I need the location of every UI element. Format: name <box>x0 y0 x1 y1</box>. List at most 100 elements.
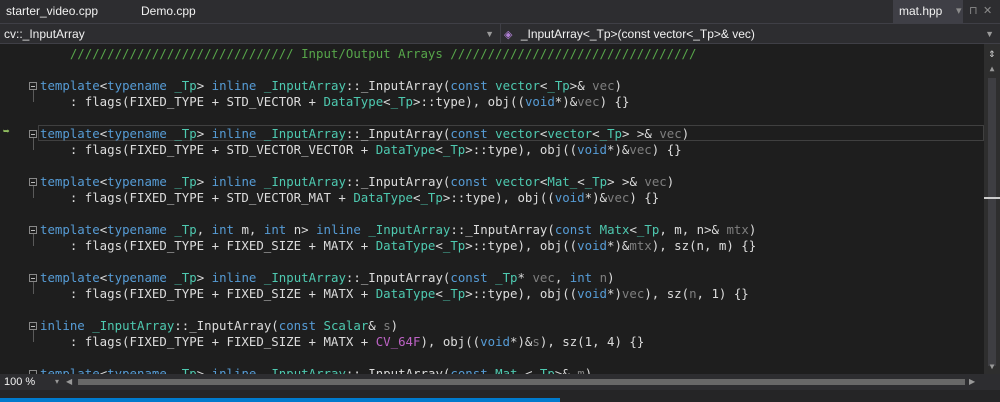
code-token: _InputArray <box>92 318 175 333</box>
code-token: : flags(FIXED_TYPE + STD_VECTOR_MAT + <box>40 190 354 205</box>
code-token: void <box>524 94 555 109</box>
scroll-up-icon[interactable]: ▲ <box>984 64 1000 76</box>
zoom-dropdown-icon[interactable]: ▾ <box>55 374 59 390</box>
collapse-region-icon[interactable] <box>29 322 37 330</box>
code-line[interactable] <box>40 206 984 222</box>
code-token: typename <box>107 222 167 237</box>
code-token: mtx <box>726 222 749 237</box>
scroll-right-icon[interactable]: ▶ <box>969 374 975 390</box>
code-token: _Tp <box>442 286 466 301</box>
code-token: typename <box>107 270 167 285</box>
code-token: >& <box>554 366 578 374</box>
code-line[interactable] <box>40 110 984 126</box>
collapse-region-icon[interactable] <box>29 178 37 186</box>
code-line[interactable]: template < typename _Tp, int m, int n> inl… <box>40 222 984 238</box>
code-token: _Tp <box>442 238 466 253</box>
code-token: vector <box>495 174 540 189</box>
vertical-scrollbar[interactable]: ⇕ ▲ ▼ <box>984 44 1000 374</box>
scope-dropdown[interactable]: cv::_InputArray ▼ <box>4 25 498 43</box>
code-line[interactable]: : flags(FIXED_TYPE + STD_VECTOR + DataTy… <box>40 94 984 110</box>
code-token: inline <box>316 222 361 237</box>
code-editor[interactable]: ➥ ////////////////////////////// Input/O… <box>0 44 984 374</box>
code-token: Mat_ <box>495 366 525 374</box>
code-token: n> <box>286 222 317 237</box>
collapse-region-icon[interactable] <box>29 226 37 234</box>
close-tab-icon[interactable]: ✕ <box>983 0 992 23</box>
code-line[interactable]: : flags(FIXED_TYPE + FIXED_SIZE + MATX +… <box>40 286 984 302</box>
code-line[interactable] <box>40 350 984 366</box>
scrollbar-caret-marker <box>984 197 1000 199</box>
scroll-left-icon[interactable]: ◀ <box>66 374 72 390</box>
code-token: : flags(FIXED_TYPE + FIXED_SIZE + MATX + <box>40 334 376 349</box>
code-token: ), sz(1, 4) {} <box>539 334 645 349</box>
code-line[interactable]: template<typename _Tp> inline _InputArra… <box>40 78 984 94</box>
split-window-icon[interactable]: ⇕ <box>984 46 1000 60</box>
vertical-scroll-thumb[interactable] <box>988 78 996 366</box>
code-token: , <box>196 222 212 237</box>
pin-icon[interactable]: ⊓ <box>969 0 978 23</box>
code-token: >::type), obj(( <box>465 142 578 157</box>
editor-bottom-bar: 100 % ▾ ◀ ▶ <box>0 374 1000 390</box>
code-token: typename <box>107 366 167 374</box>
collapse-region-icon[interactable] <box>29 274 37 282</box>
code-text[interactable]: ////////////////////////////// Input/Out… <box>40 46 984 374</box>
code-token: inline <box>211 78 257 93</box>
zoom-level[interactable]: 100 % <box>4 374 35 390</box>
tab-mat-hpp[interactable]: mat.hpp <box>893 0 963 23</box>
code-line[interactable]: : flags(FIXED_TYPE + FIXED_SIZE + MATX +… <box>40 334 984 350</box>
code-token: ), sz(n, m) {} <box>651 238 757 253</box>
code-token: *)& <box>554 94 578 109</box>
collapse-region-icon[interactable] <box>29 130 37 138</box>
code-line[interactable]: ////////////////////////////// Input/Out… <box>40 46 984 62</box>
current-statement-arrow-icon: ➥ <box>3 125 10 138</box>
code-token: _Tp <box>547 78 570 93</box>
code-token: int <box>211 222 235 237</box>
method-icon: ◈ <box>504 29 513 41</box>
tab-demo[interactable]: Demo.cpp <box>135 0 202 23</box>
code-token: _InputArray <box>263 174 346 189</box>
code-line[interactable] <box>40 302 984 318</box>
code-token: s <box>532 334 540 349</box>
code-line[interactable] <box>40 62 984 78</box>
code-line[interactable]: : flags(FIXED_TYPE + STD_VECTOR_MAT + Da… <box>40 190 984 206</box>
code-token: vec <box>644 174 667 189</box>
code-token: < <box>435 286 443 301</box>
code-token: >::type), obj(( <box>465 286 578 301</box>
tab-starter-video[interactable]: starter_video.cpp <box>0 0 104 23</box>
code-line[interactable]: : flags(FIXED_TYPE + STD_VECTOR_VECTOR +… <box>40 142 984 158</box>
member-dropdown[interactable]: ◈ _InputArray<_Tp>(const vector<_Tp>& ve… <box>504 25 998 43</box>
code-token: inline <box>211 174 257 189</box>
code-line[interactable]: template<typename _Tp> inline _InputArra… <box>40 174 984 190</box>
code-token: _Tp <box>174 174 197 189</box>
code-token: *)& <box>584 190 607 205</box>
code-line[interactable] <box>40 158 984 174</box>
tab-dropdown-icon[interactable]: ▾ <box>956 0 962 23</box>
code-token: ) <box>607 270 615 285</box>
code-token: _Tp <box>599 126 622 141</box>
code-token: s <box>383 318 391 333</box>
code-token: , m, n>& <box>659 222 727 237</box>
scroll-down-icon[interactable]: ▼ <box>984 362 1000 374</box>
horizontal-scroll-thumb[interactable] <box>78 379 965 385</box>
code-line[interactable]: template<typename _Tp> inline _InputArra… <box>40 366 984 374</box>
code-line[interactable]: template<typename _Tp> inline _InputArra… <box>40 270 984 286</box>
collapse-region-icon[interactable] <box>29 82 37 90</box>
code-token: < <box>629 222 637 237</box>
code-token: vec <box>621 286 645 301</box>
code-token: DataType <box>375 142 436 157</box>
code-line[interactable]: inline _InputArray::_InputArray(const Sc… <box>40 318 984 334</box>
code-token: _InputArray <box>263 126 346 141</box>
code-line[interactable]: template<typename _Tp> inline _InputArra… <box>40 126 984 142</box>
code-token: ::_InputArray( <box>174 318 279 333</box>
code-line[interactable]: : flags(FIXED_TYPE + FIXED_SIZE + MATX +… <box>40 238 984 254</box>
code-token: > <box>196 78 212 93</box>
code-token: ) <box>748 222 757 237</box>
code-token: > <box>196 270 212 285</box>
code-token: typename <box>107 174 167 189</box>
code-line[interactable] <box>40 254 984 270</box>
code-token: ), sz( <box>644 286 690 301</box>
navigation-bar: cv::_InputArray ▼ ◈ _InputArray<_Tp>(con… <box>0 23 1000 44</box>
code-token: _Tp <box>442 142 466 157</box>
code-token: const <box>450 78 488 93</box>
code-token: vec <box>659 126 682 141</box>
